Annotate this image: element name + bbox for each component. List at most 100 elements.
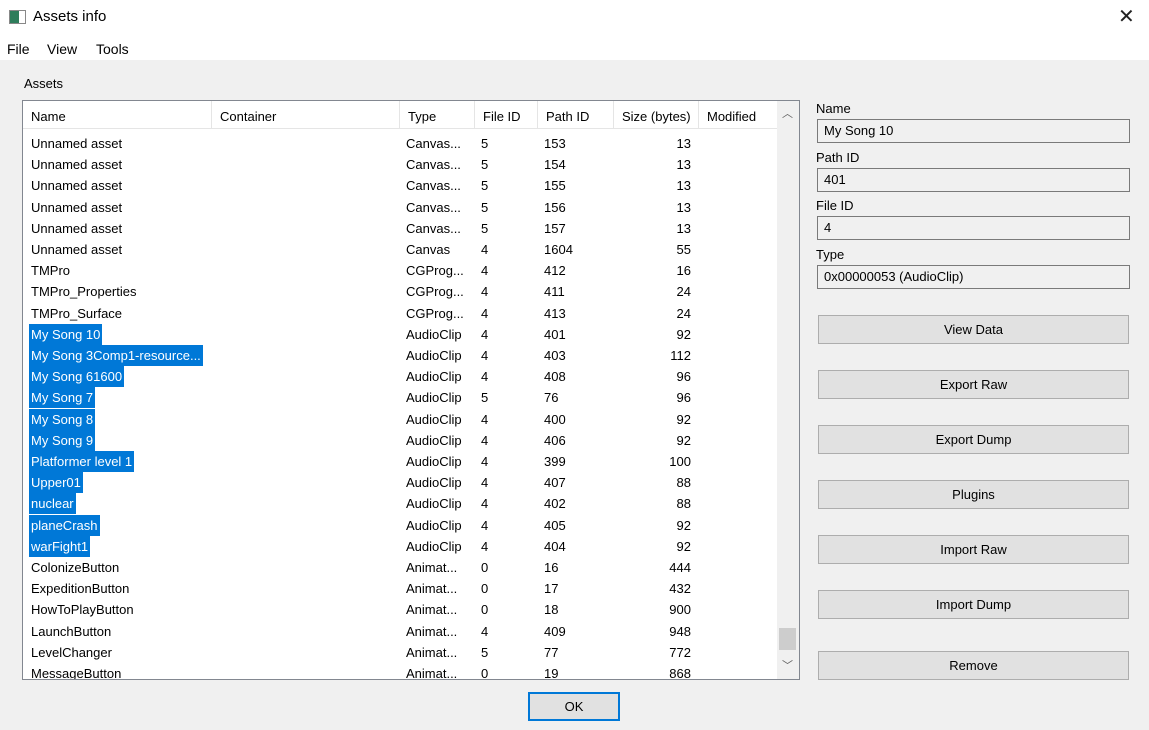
cell-file-id: 4 [481,496,489,512]
table-row[interactable]: My Song 3Comp1-resource... AudioClip 4 403 1… [23,345,778,366]
column-header-container[interactable]: Container [212,101,400,129]
table-row[interactable]: ExpeditionButton Animat... 0 17 432 [23,578,778,599]
cell-type: Animat... [406,623,458,639]
table-row[interactable]: My Song 9 AudioClip 4 406 92 [23,429,778,451]
table-row[interactable]: Unnamed asset Canvas 4 1604 55 [23,239,778,260]
cell-type: Canvas... [406,157,461,173]
view-data-button[interactable]: View Data [818,315,1129,344]
table-row[interactable]: nuclear AudioClip 4 402 88 [23,493,778,515]
close-icon[interactable]: ✕ [1118,4,1135,29]
column-header-type[interactable]: Type [400,101,475,129]
cell-type: Canvas [406,242,451,257]
menu-view[interactable]: View [47,41,77,57]
column-header-modified[interactable]: Modified [699,101,778,129]
cell-name: HowToPlayButton [31,602,134,618]
file-id-label: File ID [816,198,854,213]
table-row[interactable]: My Song 61600 AudioClip 4 408 96 [23,366,778,388]
table-row[interactable]: TMPro_Properties CGProg... 4 411 24 [23,281,778,302]
table-row[interactable]: warFight1 AudioClip 4 404 92 [23,535,778,557]
table-row[interactable]: HowToPlayButton Animat... 0 18 900 [23,599,778,620]
app-icon [9,10,26,24]
table-row[interactable]: My Song 8 AudioClip 4 400 92 [23,408,778,430]
column-header-file-id[interactable]: File ID [475,101,538,129]
cell-path-id: 406 [544,432,566,448]
remove-button[interactable]: Remove [818,651,1129,680]
cell-size: 900 [669,602,691,618]
cell-file-id: 4 [481,475,489,491]
cell-type: Animat... [406,560,458,575]
table-row[interactable]: TMPro_Surface CGProg... 4 413 24 [23,303,778,324]
cell-name: Unnamed asset [31,178,123,194]
cell-name: LevelChanger [31,644,112,660]
cell-path-id: 16 [544,560,559,575]
assets-table[interactable]: Name Container Type File ID Path ID Size… [22,100,800,680]
cell-path-id: 18 [544,602,559,618]
table-row[interactable]: Platformer level 1 AudioClip 4 399 100 [23,451,778,472]
cell-path-id: 17 [544,581,559,597]
cell-file-id: 4 [481,517,489,533]
table-row[interactable]: MessageButton Animat... 0 19 868 [23,663,778,680]
table-row[interactable]: LevelChanger Animat... 5 77 772 [23,642,778,663]
export-raw-button[interactable]: Export Raw [818,370,1129,399]
table-row[interactable]: Unnamed asset Canvas... 5 156 13 [23,197,778,218]
cell-size: 88 [676,475,691,491]
cell-file-id: 5 [481,220,489,236]
table-row[interactable]: Unnamed asset Canvas... 5 153 13 [23,133,778,154]
cell-type: AudioClip [406,326,462,342]
cell-name: My Song 10 [29,323,103,345]
import-dump-button[interactable]: Import Dump [818,590,1129,619]
table-row[interactable]: Upper01 AudioClip 4 407 88 [23,472,778,494]
cell-path-id: 404 [544,538,566,554]
column-header-size[interactable]: Size (bytes) [614,101,699,129]
table-row[interactable]: My Song 7 AudioClip 5 76 96 [23,387,778,409]
cell-path-id: 1604 [544,242,573,257]
cell-type: Animat... [406,644,458,660]
scroll-down-icon[interactable]: ﹀ [782,657,793,673]
cell-name: ExpeditionButton [31,581,130,597]
name-label: Name [816,101,851,116]
cell-file-id: 4 [481,242,489,257]
cell-path-id: 77 [544,644,559,660]
import-raw-button[interactable]: Import Raw [818,535,1129,564]
vertical-scrollbar[interactable]: ︿ ﹀ [777,101,799,679]
scroll-up-icon[interactable]: ︿ [782,105,793,121]
table-row[interactable]: Unnamed asset Canvas... 5 155 13 [23,175,778,196]
file-id-field[interactable]: 4 [817,216,1130,240]
cell-file-id: 5 [481,136,489,151]
menu-file[interactable]: File [7,41,30,57]
cell-file-id: 4 [481,454,489,469]
column-header-path-id[interactable]: Path ID [538,101,614,129]
table-row[interactable]: Unnamed asset Canvas... 5 157 13 [23,218,778,239]
type-field[interactable]: 0x00000053 (AudioClip) [817,265,1130,289]
cell-path-id: 156 [544,199,566,215]
cell-type: AudioClip [406,496,462,512]
path-id-label: Path ID [816,150,860,165]
column-header-name[interactable]: Name [23,101,212,129]
table-row[interactable]: Unnamed asset Canvas... 5 154 13 [23,154,778,175]
path-id-field[interactable]: 401 [817,168,1130,192]
cell-file-id: 0 [481,581,489,597]
window-title: Assets info [33,8,107,25]
menu-tools[interactable]: Tools [96,41,129,57]
table-row[interactable]: TMPro CGProg... 4 412 16 [23,260,778,281]
cell-name: Unnamed asset [31,199,123,215]
cell-type: AudioClip [406,369,462,385]
table-row[interactable]: My Song 10 AudioClip 4 401 92 [23,323,778,345]
cell-name: TMPro_Surface [31,305,123,321]
export-dump-button[interactable]: Export Dump [818,425,1129,454]
cell-name: LaunchButton [31,623,112,639]
cell-type: AudioClip [406,538,462,554]
cell-size: 772 [669,644,691,660]
table-row[interactable]: planeCrash AudioClip 4 405 92 [23,514,778,536]
table-row[interactable]: ColonizeButton Animat... 0 16 444 [23,557,778,578]
plugins-button[interactable]: Plugins [818,480,1129,509]
cell-file-id: 4 [481,284,489,300]
cell-file-id: 5 [481,199,489,215]
ok-button[interactable]: OK [528,692,620,721]
cell-file-id: 0 [481,560,489,575]
table-row[interactable]: LaunchButton Animat... 4 409 948 [23,621,778,642]
cell-name: MessageButton [31,666,122,680]
name-field[interactable]: My Song 10 [817,119,1130,143]
cell-name: TMPro [31,263,70,279]
scrollbar-thumb[interactable] [779,628,796,650]
